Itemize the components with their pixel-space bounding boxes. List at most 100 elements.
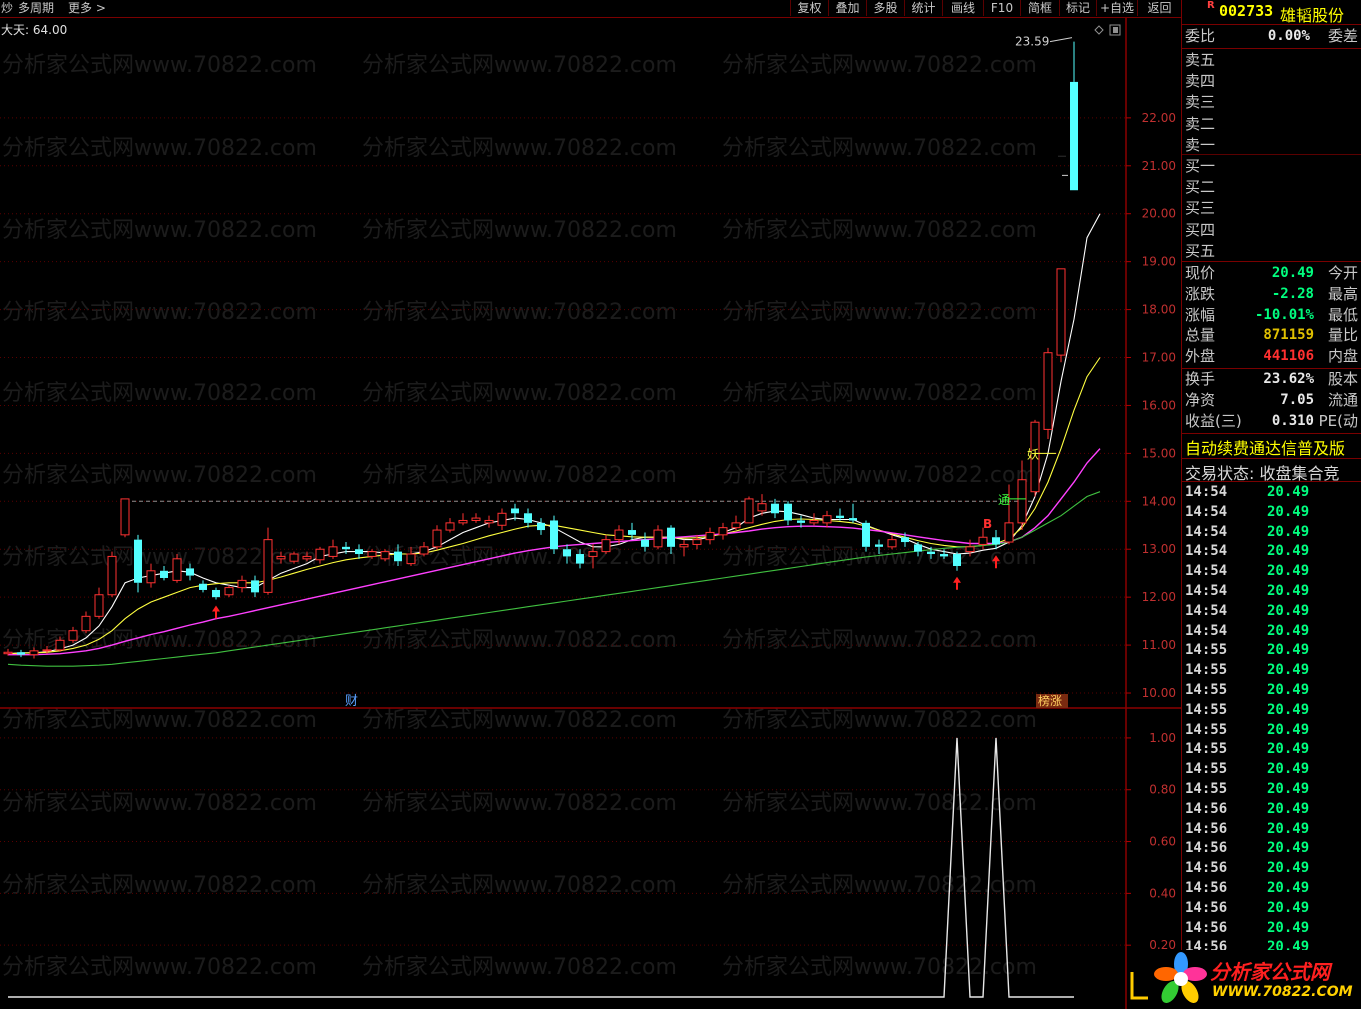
button-huaxian[interactable]: 画线 <box>942 0 983 16</box>
yao-marker: 妖 <box>1027 447 1039 461</box>
quote-label: 现价 <box>1185 264 1216 282</box>
tick-row[interactable]: 14:54 20.49 <box>1182 541 1360 561</box>
watermark-text: 分析家公式网www.70822.com <box>362 218 677 243</box>
candle-body <box>667 527 675 547</box>
toolbar-item-multi-period[interactable]: 多周期 <box>18 0 54 16</box>
candle-body <box>17 652 25 655</box>
tick-time: 14:56 <box>1185 840 1228 857</box>
tick-row[interactable]: 14:54 20.49 <box>1182 561 1360 581</box>
tick-price: 20.49 <box>1267 800 1310 817</box>
quote-label: 外盘 <box>1185 347 1216 366</box>
quote-row: 涨幅 -10.01% 最低 <box>1182 305 1360 325</box>
price-tick-label: 14.00 <box>1142 494 1176 508</box>
tick-time: 14:56 <box>1185 880 1228 896</box>
candle <box>601 534 611 555</box>
toolbar-item-chao[interactable]: 炒 <box>1 0 13 16</box>
watermark-text: 分析家公式网www.70822.com <box>362 136 677 161</box>
kline-chart[interactable]: 分析家公式网www.70822.com 分析家公式网www.70822.com 分析… <box>0 0 1181 1009</box>
quote-value: -10.01% <box>1254 306 1314 323</box>
button-jiankuang[interactable]: 简框 <box>1020 0 1059 16</box>
banner-text[interactable]: 自动续费通达信普及版 <box>1185 435 1345 459</box>
tick-row[interactable]: 14:55 20.49 <box>1182 660 1360 680</box>
button-tongji[interactable]: 统计 <box>904 0 942 16</box>
candle-body <box>445 522 455 531</box>
button-back[interactable]: 返回 <box>1137 0 1181 16</box>
tick-row[interactable]: 14:54 20.49 <box>1182 482 1360 502</box>
candle <box>237 575 247 593</box>
tick-row[interactable]: 14:56 20.49 <box>1182 799 1360 819</box>
watermark-text: 分析家公式网www.70822.com <box>362 955 677 980</box>
candle-body <box>199 583 207 590</box>
orderbook-label: 卖四 <box>1185 72 1216 91</box>
price-tick-label: 18.00 <box>1142 303 1176 317</box>
orderbook-row: 买三 <box>1182 198 1360 218</box>
finance-marker[interactable]: 财 <box>345 694 358 709</box>
watermark-text: 分析家公式网www.70822.com <box>2 628 317 653</box>
candle-body <box>94 594 104 617</box>
tick-price: 20.49 <box>1267 543 1310 560</box>
tick-price: 20.49 <box>1267 484 1310 500</box>
button-diejia[interactable]: 叠加 <box>828 0 866 16</box>
candle-body <box>679 543 689 548</box>
candle-body <box>1056 268 1066 356</box>
tick-row[interactable]: 14:55 20.49 <box>1182 640 1360 660</box>
candle-body <box>419 546 429 555</box>
candle-body <box>120 498 130 536</box>
toolbar-item-more[interactable]: 更多 > <box>68 0 106 16</box>
tick-row[interactable]: 14:54 20.49 <box>1182 621 1360 641</box>
diamond-icon[interactable] <box>1094 25 1104 35</box>
tick-row[interactable]: 14:55 20.49 <box>1182 720 1360 740</box>
tick-time: 14:55 <box>1185 642 1228 659</box>
tick-row[interactable]: 14:56 20.49 <box>1182 858 1360 878</box>
price-tick-label: 10.00 <box>1142 686 1176 700</box>
watermark-text: 分析家公式网www.70822.com <box>722 708 1037 733</box>
fundamental-row: 收益(三) 0.310 PE(动 <box>1182 411 1360 431</box>
button-duogu[interactable]: 多股 <box>866 0 904 16</box>
stock-name: 雄韬股份 <box>1280 6 1345 25</box>
button-f10[interactable]: F10 <box>983 0 1020 16</box>
quote-label: 总量 <box>1185 326 1216 345</box>
tick-row[interactable]: 14:55 20.49 <box>1182 680 1360 700</box>
price-axis: 22.00 21.00 20.00 19.00 18.00 17.00 16.00 15.00… <box>1126 111 1176 700</box>
tick-time: 14:55 <box>1185 741 1228 758</box>
tick-row[interactable]: 14:56 20.49 <box>1182 878 1360 898</box>
tick-row[interactable]: 14:56 20.49 <box>1182 838 1360 858</box>
axis-corner-icon <box>1130 972 1148 1000</box>
button-biaoji[interactable]: 标记 <box>1059 0 1096 16</box>
candle <box>172 554 182 583</box>
moving-average-layer <box>7 213 1101 667</box>
tick-row[interactable]: 14:54 20.49 <box>1182 502 1360 522</box>
candle-body <box>432 529 442 548</box>
tick-row[interactable]: 14:56 20.49 <box>1182 819 1360 839</box>
tick-time: 14:54 <box>1185 622 1228 639</box>
candle <box>653 525 663 550</box>
candle-body <box>836 515 844 519</box>
price-tick-label: 12.00 <box>1142 590 1176 604</box>
ma-line <box>7 213 1101 655</box>
tick-row[interactable]: 14:56 20.49 <box>1182 918 1360 938</box>
tick-time: 14:56 <box>1185 899 1228 916</box>
candle-body <box>68 630 78 641</box>
ranking-marker[interactable]: 榜涨 <box>1036 693 1068 708</box>
tick-row[interactable]: 14:56 20.49 <box>1182 898 1360 918</box>
watermark-text: 分析家公式网www.70822.com <box>722 381 1037 406</box>
tick-price: 20.49 <box>1267 662 1310 679</box>
tick-price: 20.49 <box>1267 860 1310 877</box>
tick-row[interactable]: 14:55 20.49 <box>1182 700 1360 720</box>
tick-row[interactable]: 14:55 20.49 <box>1182 779 1360 799</box>
button-fuquan[interactable]: 复权 <box>790 0 828 16</box>
tick-row[interactable]: 14:55 20.49 <box>1182 759 1360 779</box>
quote-value: -2.28 <box>1271 285 1314 302</box>
quote-row: 外盘 441106 内盘 <box>1182 346 1360 366</box>
tick-row[interactable]: 14:55 20.49 <box>1182 739 1360 759</box>
grid-layer <box>0 18 1181 1009</box>
fundamental-label2: 流通 <box>1327 390 1358 409</box>
orderbook-label: 买三 <box>1185 199 1216 218</box>
tick-price: 20.49 <box>1267 503 1310 520</box>
button-add-watchlist[interactable]: +自选 <box>1096 0 1137 16</box>
tick-row[interactable]: 14:54 20.49 <box>1182 522 1360 542</box>
orderbook-label: 买一 <box>1185 157 1216 175</box>
tick-row[interactable]: 14:54 20.49 <box>1182 601 1360 621</box>
tick-row[interactable]: 14:54 20.49 <box>1182 581 1360 601</box>
candle-body <box>1070 81 1078 191</box>
